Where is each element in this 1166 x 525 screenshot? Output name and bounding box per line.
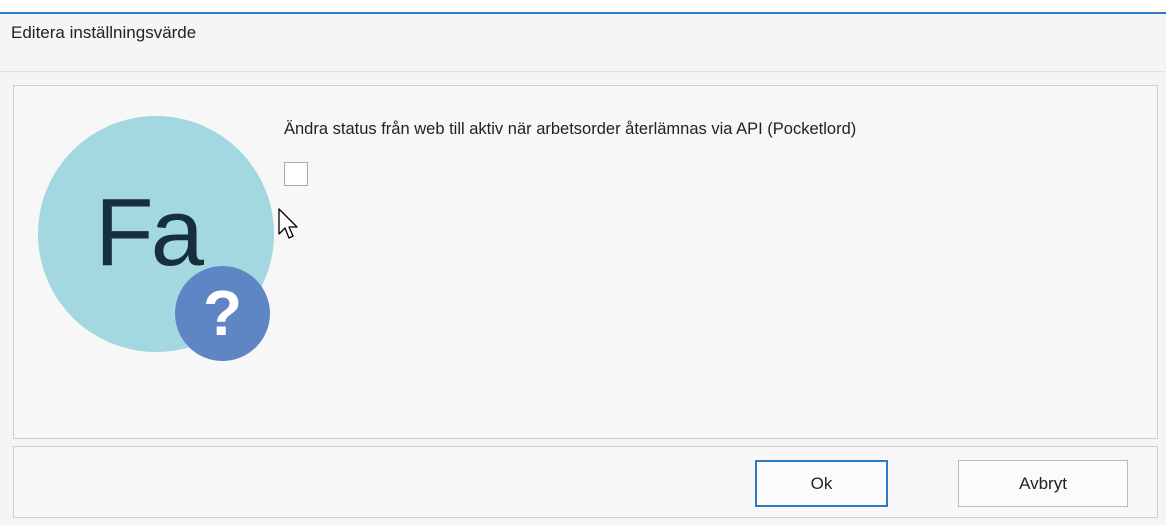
setting-checkbox[interactable] bbox=[284, 162, 308, 186]
ok-button[interactable]: Ok bbox=[755, 460, 888, 507]
mouse-pointer-icon bbox=[278, 208, 298, 239]
title-divider bbox=[0, 71, 1166, 72]
setting-label: Ändra status från web till aktiv när arb… bbox=[284, 120, 857, 138]
cancel-button[interactable]: Avbryt bbox=[958, 460, 1128, 507]
dialog-title: Editera inställningsvärde bbox=[11, 23, 197, 42]
question-mark-badge-icon: ? bbox=[175, 266, 270, 361]
